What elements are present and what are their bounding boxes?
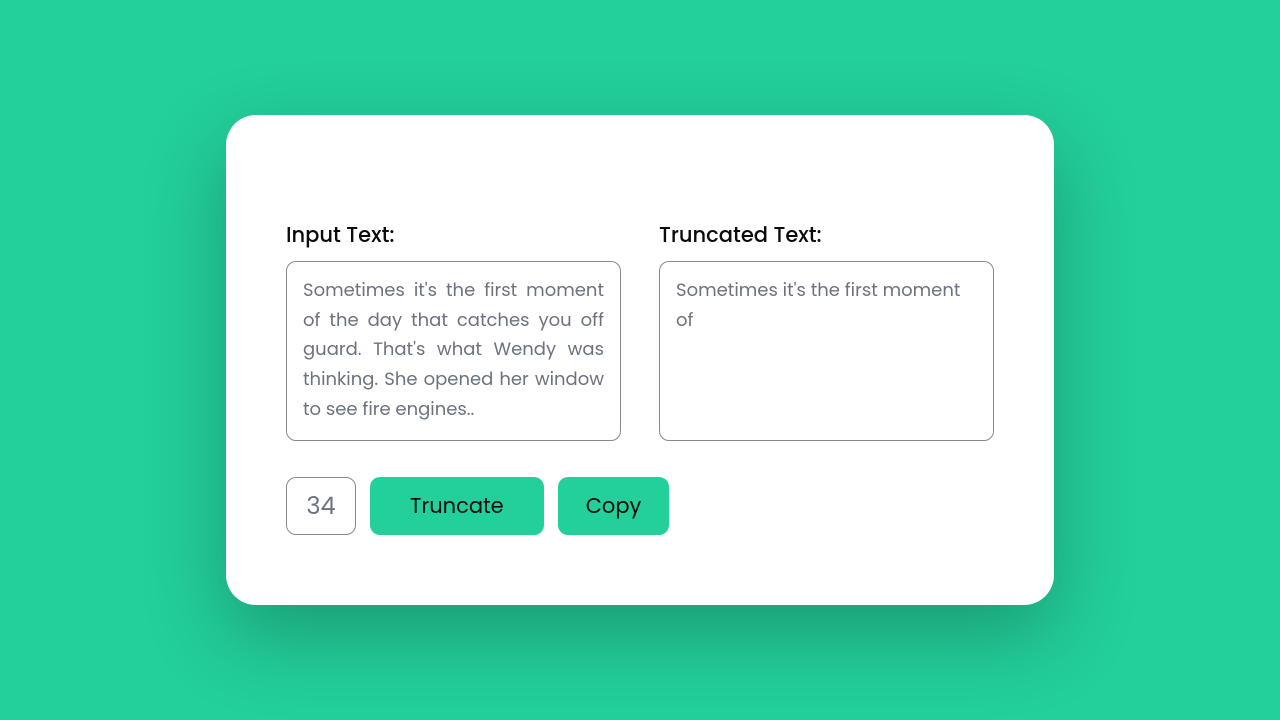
text-columns: Input Text: Sometimes it's the first mom… xyxy=(286,220,994,441)
truncate-button[interactable]: Truncate xyxy=(370,477,544,535)
truncated-text-area: Sometimes it's the first moment of xyxy=(659,261,994,441)
truncated-text-label: Truncated Text: xyxy=(659,220,994,251)
output-column: Truncated Text: Sometimes it's the first… xyxy=(659,220,994,441)
input-text-label: Input Text: xyxy=(286,220,621,251)
length-input[interactable]: 34 xyxy=(286,477,356,535)
controls-row: 34 Truncate Copy xyxy=(286,477,994,535)
input-text-area[interactable]: Sometimes it's the first moment of the d… xyxy=(286,261,621,441)
input-column: Input Text: Sometimes it's the first mom… xyxy=(286,220,621,441)
truncate-card: Input Text: Sometimes it's the first mom… xyxy=(226,115,1054,605)
copy-button[interactable]: Copy xyxy=(558,477,670,535)
